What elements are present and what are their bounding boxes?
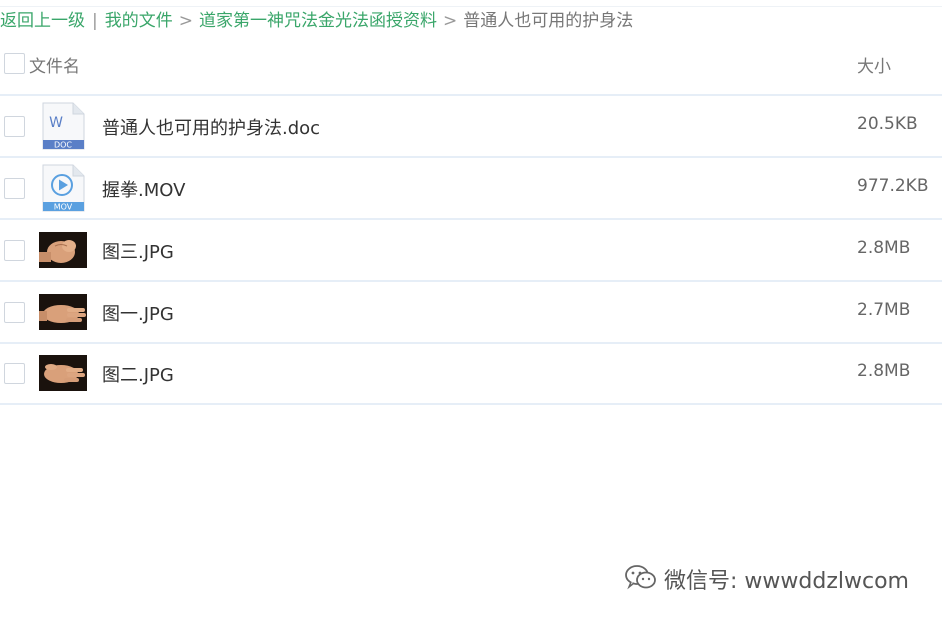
file-row[interactable]: DOC W 普通人也可用的护身法.doc 20.5KB — [0, 96, 942, 158]
column-header-name[interactable]: 文件名 — [29, 52, 80, 77]
hand-thumbnail — [39, 355, 87, 391]
watermark-text: 微信号: wwwddzlwcom — [664, 569, 909, 594]
column-header-size[interactable]: 大小 — [857, 52, 891, 77]
row-checkbox[interactable] — [4, 178, 25, 199]
breadcrumb-separator: > — [178, 11, 193, 31]
file-name[interactable]: 图三.JPG — [102, 238, 174, 264]
doc-glyph: W — [49, 115, 63, 131]
row-checkbox[interactable] — [4, 302, 25, 323]
doc-badge-text: DOC — [54, 141, 72, 150]
row-checkbox[interactable] — [4, 363, 25, 384]
file-size: 977.2KB — [857, 176, 929, 196]
wechat-icon — [624, 563, 658, 601]
video-file-icon: MOV — [39, 164, 87, 212]
select-all-checkbox[interactable] — [4, 53, 25, 74]
row-checkbox[interactable] — [4, 116, 25, 137]
file-name[interactable]: 图二.JPG — [102, 361, 174, 387]
file-size: 20.5KB — [857, 114, 918, 134]
breadcrumb-pipe: | — [92, 11, 98, 31]
open-hand-thumbnail — [39, 294, 87, 330]
back-link[interactable]: 返回上一级 — [0, 11, 85, 31]
doc-file-icon: DOC W — [39, 102, 87, 150]
file-list-header: 文件名 大小 — [0, 38, 942, 96]
watermark: 微信号: wwwddzlwcom — [624, 563, 909, 595]
file-size: 2.8MB — [857, 361, 911, 381]
file-row[interactable]: 图三.JPG 2.8MB — [0, 220, 942, 282]
fist-thumbnail — [39, 232, 87, 268]
breadcrumb-separator: > — [442, 11, 458, 31]
row-checkbox[interactable] — [4, 240, 25, 261]
file-name[interactable]: 普通人也可用的护身法.doc — [102, 114, 320, 140]
breadcrumb-current: 普通人也可用的护身法 — [463, 11, 634, 31]
file-size: 2.8MB — [857, 238, 911, 258]
file-name[interactable]: 握拳.MOV — [102, 176, 185, 202]
breadcrumb-my-files[interactable]: 我的文件 — [105, 11, 173, 31]
file-row[interactable]: MOV 握拳.MOV 977.2KB — [0, 158, 942, 220]
file-name[interactable]: 图一.JPG — [102, 300, 174, 326]
file-row[interactable]: 图一.JPG 2.7MB — [0, 282, 942, 344]
file-size: 2.7MB — [857, 300, 911, 320]
breadcrumb: 返回上一级 | 我的文件 > 道家第一神咒法金光法函授资料 > 普通人也可用的护身法 — [0, 6, 942, 35]
mov-badge-text: MOV — [54, 203, 73, 212]
file-row[interactable]: 图二.JPG 2.8MB — [0, 343, 942, 405]
breadcrumb-folder[interactable]: 道家第一神咒法金光法函授资料 — [199, 11, 437, 31]
